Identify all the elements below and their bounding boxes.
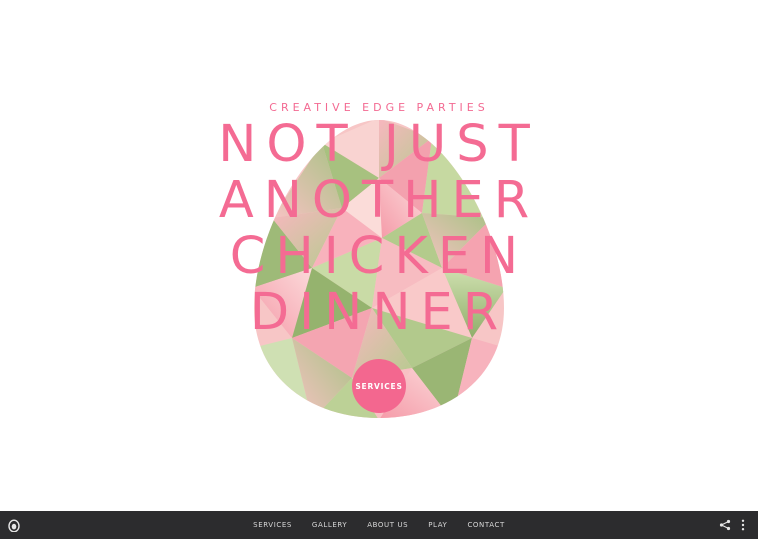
page: CREATIVE EDGE PARTIES NOT JUST ANOTHER C…: [0, 0, 758, 539]
nav-services[interactable]: SERVICES: [253, 521, 292, 529]
nav-gallery[interactable]: GALLERY: [312, 521, 347, 529]
nav-play[interactable]: PLAY: [428, 521, 447, 529]
nav-about-us[interactable]: ABOUT US: [367, 521, 408, 529]
headline-line-1: NOT JUST: [218, 115, 540, 174]
hero-eyebrow: CREATIVE EDGE PARTIES: [269, 101, 489, 114]
bottom-nav-bar: SERVICES GALLERY ABOUT US PLAY CONTACT: [0, 511, 758, 539]
headline-line-3: CHICKEN: [229, 227, 529, 286]
more-vertical-icon[interactable]: [740, 519, 746, 531]
main-nav: SERVICES GALLERY ABOUT US PLAY CONTACT: [0, 511, 758, 539]
headline-line-2: ANOTHER: [218, 171, 540, 230]
headline-line-4: DINNER: [249, 283, 509, 342]
services-cta-button[interactable]: SERVICES: [352, 359, 406, 413]
share-icon[interactable]: [719, 519, 731, 531]
nav-contact[interactable]: CONTACT: [467, 521, 504, 529]
